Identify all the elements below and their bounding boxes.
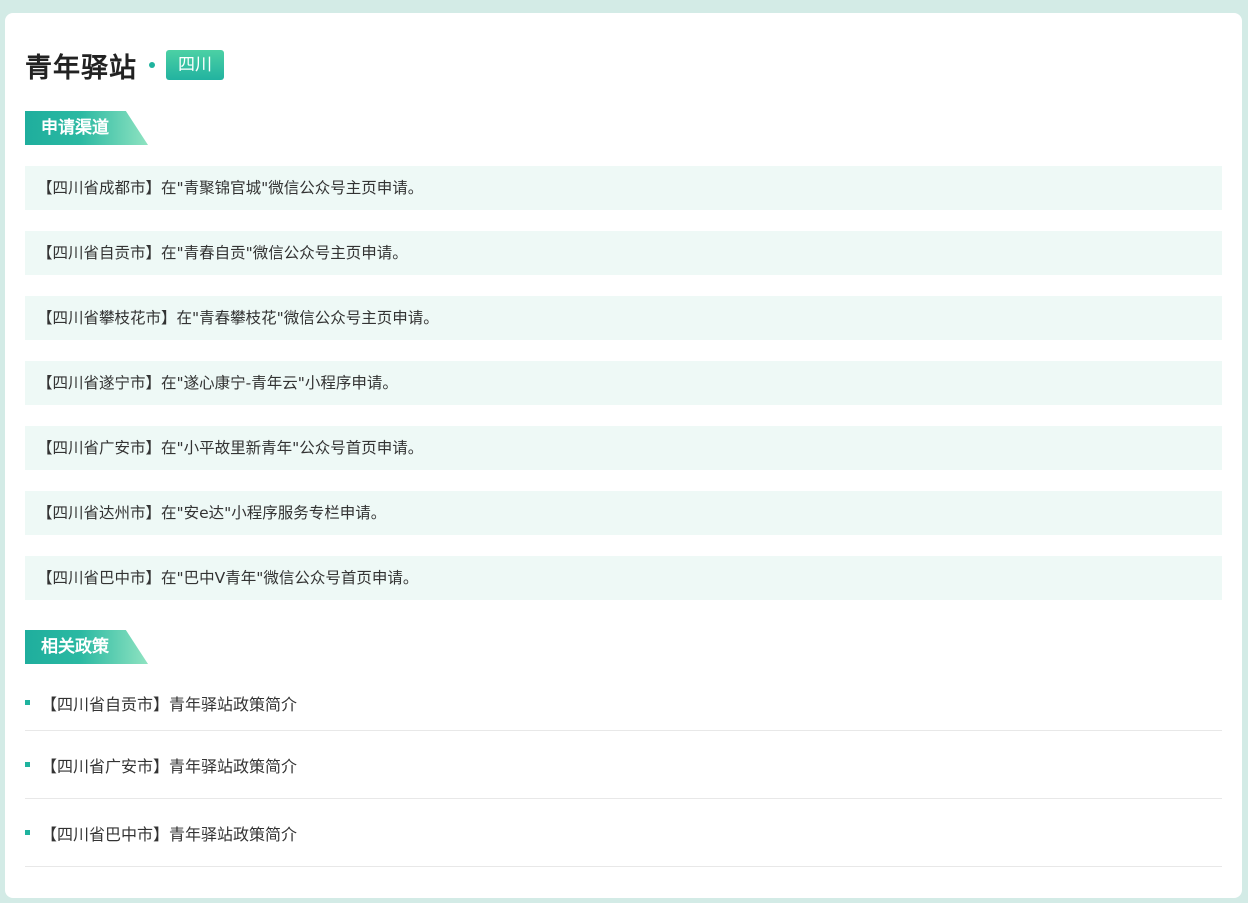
policy-link-guangan[interactable]: 【四川省广安市】青年驿站政策简介 bbox=[25, 731, 1222, 799]
section-title-channels: 申请渠道 bbox=[25, 111, 148, 145]
square-bullet-icon bbox=[25, 830, 30, 835]
page-header: 青年驿站 四川 bbox=[25, 45, 224, 85]
policy-link-zigong[interactable]: 【四川省自贡市】青年驿站政策简介 bbox=[25, 675, 1222, 731]
channel-list: 【四川省成都市】在"青聚锦官城"微信公众号主页申请。 【四川省自贡市】在"青春自… bbox=[25, 166, 1222, 621]
policy-list: 【四川省自贡市】青年驿站政策简介 【四川省广安市】青年驿站政策简介 【四川省巴中… bbox=[25, 675, 1222, 867]
page-title: 青年驿站 bbox=[25, 52, 137, 84]
square-bullet-icon bbox=[25, 700, 30, 705]
channel-item: 【四川省遂宁市】在"遂心康宁-青年云"小程序申请。 bbox=[25, 361, 1222, 405]
policy-link-text: 【四川省自贡市】青年驿站政策简介 bbox=[41, 694, 298, 714]
channel-item: 【四川省达州市】在"安e达"小程序服务专栏申请。 bbox=[25, 491, 1222, 535]
separator-dot bbox=[149, 62, 155, 68]
policy-link-bazhong[interactable]: 【四川省巴中市】青年驿站政策简介 bbox=[25, 799, 1222, 867]
channel-item: 【四川省成都市】在"青聚锦官城"微信公众号主页申请。 bbox=[25, 166, 1222, 210]
channel-item: 【四川省自贡市】在"青春自贡"微信公众号主页申请。 bbox=[25, 231, 1222, 275]
channel-item: 【四川省广安市】在"小平故里新青年"公众号首页申请。 bbox=[25, 426, 1222, 470]
policy-link-text: 【四川省巴中市】青年驿站政策简介 bbox=[41, 824, 298, 844]
channel-item: 【四川省巴中市】在"巴中V青年"微信公众号首页申请。 bbox=[25, 556, 1222, 600]
station-card: 青年驿站 四川 申请渠道 【四川省成都市】在"青聚锦官城"微信公众号主页申请。 … bbox=[5, 13, 1242, 898]
region-badge: 四川 bbox=[166, 50, 224, 80]
policy-link-text: 【四川省广安市】青年驿站政策简介 bbox=[41, 756, 298, 776]
square-bullet-icon bbox=[25, 762, 30, 767]
channel-item: 【四川省攀枝花市】在"青春攀枝花"微信公众号主页申请。 bbox=[25, 296, 1222, 340]
section-title-policies: 相关政策 bbox=[25, 630, 148, 664]
